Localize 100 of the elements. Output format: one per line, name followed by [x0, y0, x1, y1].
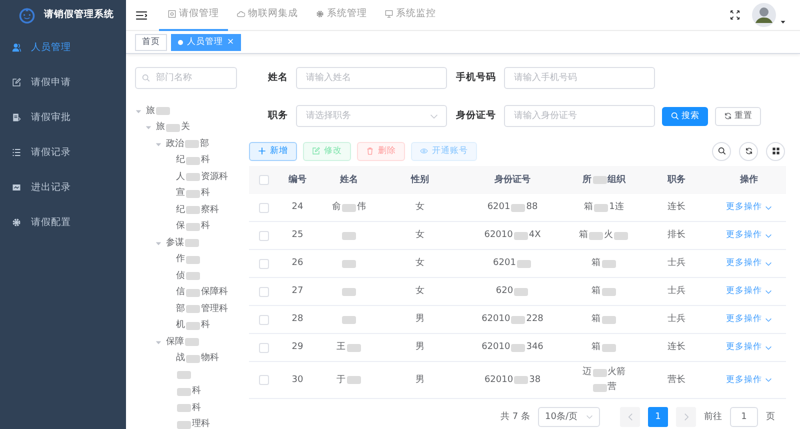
sidebar-item[interactable]: 人员管理 — [0, 30, 126, 65]
card-icon — [12, 183, 21, 192]
app-title: 请销假管理系统 — [44, 9, 114, 21]
table-cell: 62010 — [482, 342, 510, 353]
table-cell: 连长 — [668, 202, 686, 213]
top-nav-item[interactable]: 系统监控 — [376, 0, 445, 30]
next-page-button[interactable] — [676, 407, 696, 427]
checkbox[interactable] — [259, 175, 269, 185]
search-icon — [718, 147, 726, 155]
checkbox[interactable] — [259, 230, 269, 240]
more-actions-link[interactable]: 更多操作 — [726, 230, 772, 241]
redacted-block — [342, 260, 356, 268]
redacted-block — [594, 204, 608, 212]
table-cell-text: 箱 — [592, 313, 600, 326]
page-tag[interactable]: 首页 — [135, 34, 167, 50]
redacted-block — [156, 107, 170, 116]
caret-icon[interactable] — [780, 19, 786, 25]
more-actions-link[interactable]: 更多操作 — [726, 286, 772, 297]
table-cell: 王 — [336, 342, 346, 353]
table-cell: 士兵 — [668, 258, 686, 269]
search-field[interactable]: 部门名称 — [135, 67, 237, 89]
top-nav-item[interactable]: 请假管理 — [159, 0, 228, 30]
refresh-button[interactable] — [739, 142, 758, 160]
redacted-block — [177, 404, 191, 412]
redacted-block — [177, 388, 191, 396]
tree-node-label: 理科 — [192, 419, 210, 429]
reset-button[interactable]: 重置 — [715, 106, 761, 126]
search-toggle-button[interactable] — [712, 142, 731, 160]
tree-node-label: 科 — [192, 386, 201, 398]
table-cell: 于 — [336, 374, 346, 386]
redacted-block — [186, 206, 200, 214]
field-label: 职务 — [266, 110, 288, 122]
checkbox[interactable] — [259, 286, 269, 296]
tree-node-label: 保 — [176, 221, 185, 232]
more-actions-link[interactable]: 更多操作 — [726, 202, 772, 213]
chevron-down-icon — [765, 378, 772, 382]
chevron-down-icon — [765, 234, 772, 238]
redacted-block — [346, 376, 360, 384]
input-field[interactable]: 请输入姓名 — [296, 67, 447, 89]
redacted-block — [511, 344, 526, 352]
page-jump-field[interactable]: 1 — [730, 407, 758, 427]
redacted-block — [342, 204, 356, 212]
select-field[interactable]: 请选择职务 — [296, 105, 447, 127]
page-button[interactable]: 1 — [648, 407, 668, 427]
sidebar-item[interactable]: 请假记录 — [0, 135, 126, 170]
redacted-block — [186, 305, 200, 314]
more-actions-link[interactable]: 更多操作 — [726, 314, 772, 325]
chevron-down-icon — [765, 262, 772, 266]
checkbox[interactable] — [259, 202, 269, 212]
table-cell: 24 — [292, 202, 304, 213]
redacted-block — [342, 316, 356, 324]
table-cell: 26 — [292, 258, 304, 269]
checkbox[interactable] — [259, 342, 269, 352]
redacted-block — [186, 190, 200, 198]
columns-button[interactable] — [766, 142, 785, 160]
checkbox[interactable] — [259, 258, 269, 268]
table-cell: 6201 — [487, 202, 510, 213]
redacted-block — [602, 344, 616, 352]
page-size-select[interactable]: 10条/页 — [538, 407, 600, 427]
tree-node-label: 物科 — [201, 353, 219, 364]
top-nav-item[interactable]: 物联网集成 — [228, 0, 307, 30]
checkbox[interactable] — [259, 375, 269, 385]
redacted-block — [342, 232, 356, 240]
tree-node-label: 信 — [176, 287, 185, 298]
table-cell: 女 — [416, 258, 424, 269]
input-field[interactable]: 请输入身份证号 — [504, 105, 655, 127]
tree-node-label: 资源科 — [201, 172, 228, 183]
chevron-down-icon — [765, 346, 772, 350]
input-field[interactable]: 请输入手机号码 — [504, 67, 655, 89]
redacted-block — [592, 368, 606, 376]
column-header: 职务 — [668, 174, 686, 186]
fullscreen-icon[interactable] — [730, 10, 740, 20]
redacted-block — [185, 338, 199, 346]
table-cell: 4X — [528, 230, 541, 241]
sidebar-item[interactable]: 请假审批 — [0, 100, 126, 135]
sidebar-item-label: 人员管理 — [31, 42, 71, 54]
sidebar-item[interactable]: 请假配置 — [0, 205, 126, 240]
tree-node-label: 纪 — [176, 155, 185, 166]
redacted-block — [602, 288, 616, 296]
top-nav-item[interactable]: 系统管理 — [307, 0, 376, 30]
close-icon[interactable]: × — [227, 36, 234, 48]
menu-icon[interactable] — [136, 10, 147, 20]
checkbox[interactable] — [259, 314, 269, 324]
table-cell: 男 — [416, 314, 424, 325]
tree-node-label: 战 — [176, 353, 185, 364]
avatar-icon[interactable] — [752, 3, 776, 27]
refresh-icon — [744, 147, 752, 155]
gear-icon — [12, 218, 21, 227]
more-actions-link[interactable]: 更多操作 — [726, 374, 772, 386]
table-cell: 30 — [292, 374, 304, 386]
page-tag[interactable]: 人员管理 × — [171, 34, 242, 50]
more-actions-link[interactable]: 更多操作 — [726, 258, 772, 269]
sidebar-item[interactable]: 进出记录 — [0, 170, 126, 205]
toolbar-button[interactable]: 新增 — [249, 142, 297, 160]
more-actions-link[interactable]: 更多操作 — [726, 342, 772, 353]
previous-page-button[interactable] — [620, 407, 640, 427]
search-button[interactable]: 搜索 — [662, 106, 708, 126]
sidebar-item[interactable]: 请假申请 — [0, 65, 126, 100]
table-cell: 29 — [292, 342, 304, 353]
gear-icon — [316, 10, 324, 18]
